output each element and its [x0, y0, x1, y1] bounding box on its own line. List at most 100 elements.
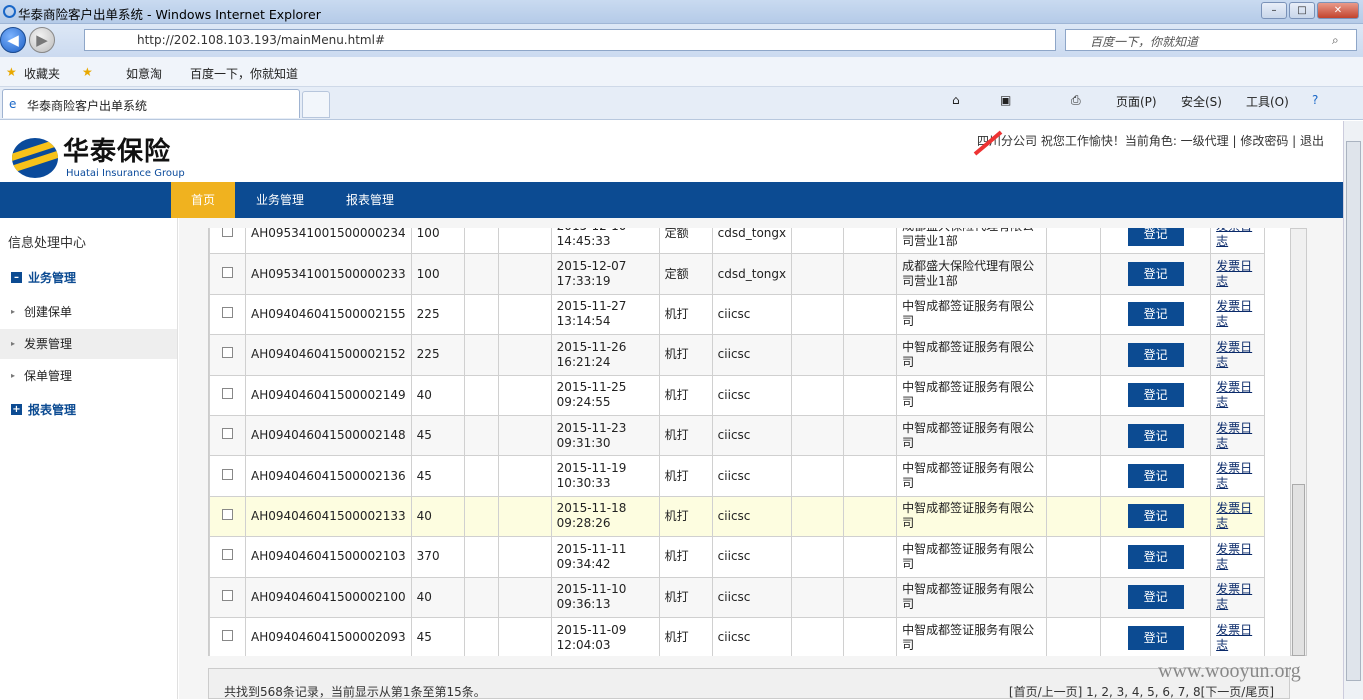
add-favorite-icon[interactable]: ★ — [82, 65, 93, 79]
invoice-log-link[interactable]: 发票日志 — [1216, 501, 1252, 530]
sidebar-item-policy[interactable]: ▸ 保单管理 — [0, 361, 177, 391]
safety-menu[interactable]: 安全(S) — [1181, 93, 1222, 110]
user-info[interactable]: 四川分公司 祝您工作愉快！当前角色: 一级代理 | 修改密码 | 退出 — [977, 132, 1324, 149]
cell-empty — [1046, 414, 1102, 457]
register-button[interactable]: 登记 — [1127, 464, 1184, 489]
cell-empty — [1046, 495, 1102, 538]
page-scroll-thumb[interactable] — [1346, 141, 1361, 681]
cell-text: 机打 — [664, 508, 689, 523]
register-button[interactable]: 登记 — [1127, 342, 1184, 367]
register-button[interactable]: 登记 — [1127, 262, 1184, 287]
cell-org: 中智成都签证服务有限公司 — [896, 455, 1048, 497]
cell-empty — [463, 414, 499, 457]
browser-tab[interactable]: e 华泰商险客户出单系统 — [2, 89, 300, 118]
fav-link-ruyitao[interactable]: 如意淘 — [126, 65, 162, 82]
cell-empty — [791, 374, 845, 416]
cell-date: 2015-11-19 — [556, 461, 627, 476]
table-row: AH095341001500000234 100 2015-12-1014:45:3… — [209, 228, 1266, 255]
scroll-thumb[interactable] — [1292, 484, 1305, 656]
new-tab-button[interactable] — [302, 91, 330, 118]
row-checkbox — [209, 616, 246, 656]
print-icon[interactable]: ⎙ — [1071, 93, 1081, 108]
invoice-log-link[interactable]: 发票日志 — [1216, 299, 1252, 328]
checkbox[interactable] — [222, 306, 233, 318]
checkbox[interactable] — [222, 347, 233, 359]
invoice-log-link[interactable]: 发票日志 — [1216, 461, 1252, 490]
nav-business[interactable]: 业务管理 — [245, 182, 315, 218]
close-button[interactable]: ✕ — [1317, 2, 1359, 19]
favorites-button[interactable]: 收藏夹 — [24, 65, 60, 82]
register-button[interactable]: 登记 — [1127, 383, 1184, 408]
checkbox[interactable] — [222, 428, 233, 440]
cell-type: 定额 — [658, 253, 713, 295]
register-button[interactable]: 登记 — [1127, 625, 1184, 650]
cell-empty — [1046, 616, 1102, 656]
register-button[interactable]: 登记 — [1127, 504, 1184, 529]
cell-time: 13:14:54 — [556, 314, 611, 329]
help-icon[interactable]: ? — [1312, 93, 1318, 107]
search-icon[interactable]: ⌕ — [1332, 33, 1339, 48]
grid-scrollbar[interactable] — [1290, 228, 1307, 656]
tools-menu[interactable]: 工具(O) — [1246, 93, 1289, 110]
register-button[interactable]: 登记 — [1127, 228, 1184, 246]
invoice-log-link[interactable]: 发票日志 — [1216, 421, 1252, 450]
register-button[interactable]: 登记 — [1127, 423, 1184, 448]
cell-text: AH094046041500002133 — [251, 508, 406, 523]
search-input[interactable]: 百度一下，你就知道 ⌕ — [1065, 29, 1357, 51]
sidebar-section-business[interactable]: – 业务管理 — [0, 264, 177, 292]
invoice-log-link[interactable]: 发票日志 — [1216, 340, 1252, 369]
sidebar-item-create-policy[interactable]: ▸ 创建保单 — [0, 297, 177, 327]
maximize-button[interactable]: □ — [1289, 2, 1315, 19]
cell-action: 登记 — [1100, 253, 1212, 295]
checkbox[interactable] — [222, 589, 233, 601]
sidebar-item-invoice[interactable]: ▸ 发票管理 — [0, 329, 177, 359]
cell-text: 225 — [416, 347, 440, 362]
cell-empty — [1046, 536, 1102, 578]
url-input[interactable]: http://202.108.103.193/mainMenu.html# — [84, 29, 1056, 51]
cell-date: 2015-11-26 — [556, 339, 627, 354]
home-icon[interactable]: ⌂ — [952, 93, 960, 107]
feeds-icon[interactable]: ▣ — [1000, 93, 1011, 107]
cell-text: cdsd_tongx — [717, 228, 787, 241]
register-button[interactable]: 登记 — [1127, 585, 1184, 610]
register-button[interactable]: 登记 — [1127, 544, 1184, 569]
cell-org: 成都盛大保险代理有限公司营业1部 — [896, 228, 1048, 255]
cell-time: 09:36:13 — [556, 597, 611, 612]
minimize-button[interactable]: – — [1261, 2, 1287, 19]
register-button[interactable]: 登记 — [1127, 302, 1184, 327]
cell-action: 登记 — [1100, 293, 1212, 336]
invoice-log-link[interactable]: 发票日志 — [1216, 259, 1252, 288]
checkbox[interactable] — [222, 228, 233, 238]
cell-text: AH094046041500002155 — [251, 306, 406, 321]
sidebar-section-reports[interactable]: + 报表管理 — [0, 396, 177, 424]
fav-link-baidu[interactable]: 百度一下，你就知道 — [190, 65, 298, 82]
address-bar: ◀ ▶ http://202.108.103.193/mainMenu.html… — [0, 24, 1363, 57]
invoice-log-link[interactable]: 发票日志 — [1216, 228, 1252, 248]
checkbox[interactable] — [222, 630, 233, 642]
cell-log: 发票日志 — [1210, 228, 1266, 255]
cell-datetime: 2015-11-19 10:30:33 — [550, 455, 660, 497]
invoice-log-link[interactable]: 发票日志 — [1216, 542, 1252, 571]
invoice-log-link[interactable]: 发票日志 — [1216, 623, 1252, 652]
checkbox[interactable] — [222, 508, 233, 520]
cell-empty — [791, 616, 845, 656]
nav-reports[interactable]: 报表管理 — [335, 182, 405, 218]
cell-empty — [463, 293, 499, 336]
page-menu[interactable]: 页面(P) — [1116, 93, 1157, 110]
nav-home[interactable]: 首页 — [171, 182, 235, 218]
cell-date: 2015-11-18 — [556, 501, 627, 516]
invoice-log-link[interactable]: 发票日志 — [1216, 582, 1252, 611]
row-checkbox — [209, 536, 246, 578]
back-button[interactable]: ◀ — [0, 27, 26, 53]
page-scrollbar[interactable] — [1343, 121, 1363, 699]
checkbox[interactable] — [222, 549, 233, 561]
cell-text: 100 — [416, 266, 440, 281]
cell-text: 机打 — [664, 347, 689, 362]
tab-bar: e 华泰商险客户出单系统 ⌂ ▣ ⎙ 页面(P) 安全(S) 工具(O) ? — [0, 87, 1363, 120]
checkbox[interactable] — [222, 387, 233, 399]
invoice-log-link[interactable]: 发票日志 — [1216, 380, 1252, 409]
checkbox[interactable] — [222, 468, 233, 480]
pagination[interactable]: [首页/上一页] 1, 2, 3, 4, 5, 6, 7, 8[下一页/尾页] — [1009, 683, 1274, 700]
forward-button[interactable]: ▶ — [29, 27, 55, 53]
checkbox[interactable] — [222, 266, 233, 278]
